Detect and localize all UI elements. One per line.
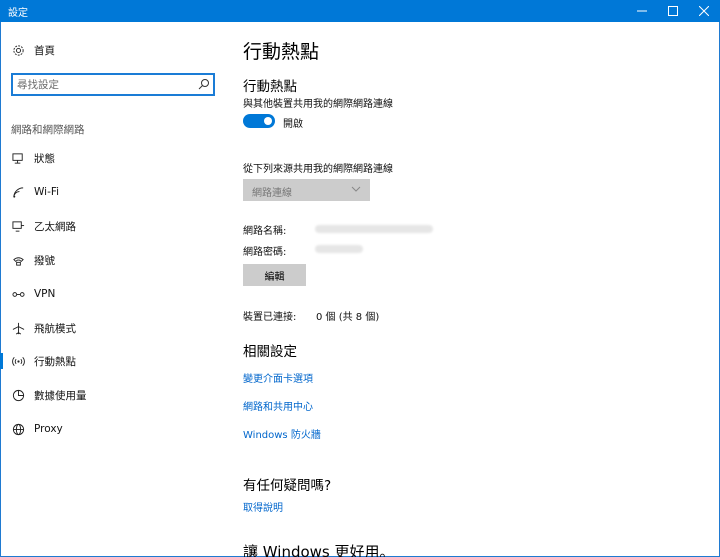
- sidebar-item-mobile-hotspot[interactable]: 行動熱點: [0, 347, 226, 375]
- network-password-label: 網路密碼:: [243, 247, 287, 258]
- minimize-icon: [637, 10, 647, 12]
- sidebar-item-home[interactable]: 首頁: [0, 36, 226, 64]
- sidebar-item-label: 首頁: [34, 44, 55, 57]
- sidebar-item-label: Wi-Fi: [34, 186, 60, 198]
- network-password-value: [315, 245, 363, 253]
- sidebar: 首頁 網路和網際網路 狀態 Wi-Fi 乙太網路 撥號 VPN: [0, 22, 226, 557]
- sidebar-item-proxy[interactable]: Proxy: [0, 415, 226, 443]
- title-bar: 設定: [0, 0, 720, 22]
- airplane-icon: [11, 321, 25, 335]
- vpn-icon: [11, 287, 25, 301]
- sidebar-item-dialup[interactable]: 撥號: [0, 246, 226, 274]
- sidebar-item-label: 行動熱點: [34, 355, 76, 368]
- devices-connected-label: 裝置已連接:: [243, 312, 297, 323]
- dialup-icon: [11, 253, 25, 267]
- change-adapter-options-link[interactable]: 變更介面卡選項: [243, 370, 313, 385]
- ethernet-icon: [11, 219, 25, 233]
- globe-icon: [11, 422, 25, 436]
- minimize-button[interactable]: [626, 0, 658, 22]
- hotspot-toggle[interactable]: [243, 114, 275, 128]
- sidebar-item-status[interactable]: 狀態: [0, 144, 226, 172]
- network-name-value: [315, 225, 433, 233]
- close-button[interactable]: [688, 0, 720, 22]
- sidebar-item-label: 飛航模式: [34, 322, 76, 335]
- sidebar-item-airplane[interactable]: 飛航模式: [0, 314, 226, 342]
- sidebar-item-label: VPN: [34, 288, 56, 300]
- sidebar-item-label: 乙太網路: [34, 220, 76, 233]
- sidebar-item-ethernet[interactable]: 乙太網路: [0, 212, 226, 240]
- sidebar-item-wifi[interactable]: Wi-Fi: [0, 178, 226, 206]
- sidebar-item-label: 撥號: [34, 254, 55, 267]
- windows-firewall-link[interactable]: Windows 防火牆: [243, 426, 321, 441]
- active-indicator: [0, 353, 3, 369]
- status-icon: [11, 151, 25, 165]
- network-sharing-center-link[interactable]: 網路和共用中心: [243, 398, 313, 413]
- related-settings-heading: 相關設定: [243, 344, 297, 360]
- data-usage-icon: [11, 388, 25, 402]
- chevron-down-icon: [351, 186, 361, 192]
- search-icon[interactable]: [198, 78, 210, 90]
- main-content: 行動熱點 行動熱點 與其他裝置共用我的網際網路連線 開啟 從下列來源共用我的網際…: [243, 22, 713, 557]
- hotspot-icon: [11, 354, 25, 368]
- connection-source-dropdown[interactable]: 網路連線: [243, 179, 370, 201]
- hotspot-heading: 行動熱點: [243, 79, 297, 95]
- wifi-icon: [11, 185, 25, 199]
- search-input[interactable]: [13, 75, 191, 94]
- get-help-link[interactable]: 取得說明: [243, 499, 283, 514]
- sidebar-item-vpn[interactable]: VPN: [0, 280, 226, 308]
- source-label: 從下列來源共用我的網際網路連線: [243, 164, 393, 175]
- sidebar-item-label: 數據使用量: [34, 389, 87, 402]
- search-box[interactable]: [11, 73, 215, 96]
- page-title: 行動熱點: [243, 41, 320, 63]
- feedback-heading: 讓 Windows 更好用。: [243, 543, 395, 557]
- toggle-knob: [264, 117, 272, 125]
- share-description: 與其他裝置共用我的網際網路連線: [243, 99, 393, 110]
- sidebar-item-label: Proxy: [34, 423, 63, 435]
- gear-icon: [11, 43, 25, 57]
- maximize-button[interactable]: [657, 0, 689, 22]
- devices-connected-value: 0 個 (共 8 個): [316, 312, 380, 323]
- network-name-label: 網路名稱:: [243, 226, 287, 237]
- edit-button[interactable]: 編輯: [243, 264, 306, 286]
- sidebar-item-data-usage[interactable]: 數據使用量: [0, 381, 226, 409]
- question-heading: 有任何疑問嗎?: [243, 478, 332, 494]
- close-icon: [699, 6, 709, 16]
- toggle-state-label: 開啟: [283, 119, 303, 130]
- dropdown-value: 網路連線: [252, 188, 292, 199]
- sidebar-item-label: 狀態: [34, 152, 55, 165]
- window-title: 設定: [8, 8, 28, 19]
- maximize-icon: [668, 6, 678, 16]
- section-label: 網路和網際網路: [11, 124, 85, 136]
